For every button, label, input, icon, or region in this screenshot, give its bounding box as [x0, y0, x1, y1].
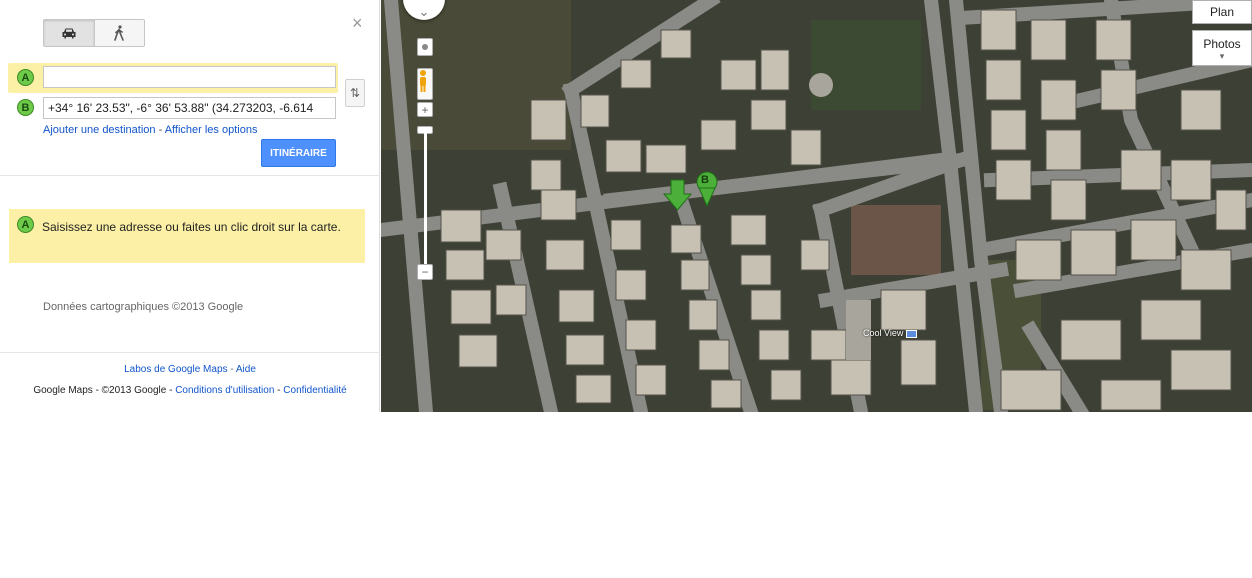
- satellite-imagery: [381, 0, 1252, 412]
- map-type-photos-label: Photos: [1203, 37, 1241, 51]
- poi-name: Cool View: [863, 328, 904, 338]
- zoom-in-button[interactable]: +: [417, 102, 433, 117]
- terms-link[interactable]: Conditions d'utilisation: [175, 385, 274, 396]
- street-view-pegman[interactable]: [417, 68, 433, 100]
- from-input[interactable]: [43, 66, 336, 88]
- direction-links: Ajouter une destination - Afficher les o…: [43, 124, 257, 136]
- zoom-out-button[interactable]: −: [417, 264, 433, 280]
- walk-mode-button[interactable]: [95, 20, 145, 46]
- divider: [0, 175, 380, 176]
- zoom-track[interactable]: [424, 130, 427, 272]
- recenter-button[interactable]: [417, 38, 433, 56]
- hint-text: Saisissez une adresse ou faites un clic …: [42, 220, 341, 234]
- laptop-icon: [905, 329, 917, 338]
- marker-b-icon: B: [17, 99, 34, 116]
- pegman-icon: [420, 70, 426, 92]
- car-icon: [62, 28, 76, 39]
- labs-link[interactable]: Labos de Google Maps: [124, 364, 227, 375]
- help-link[interactable]: Aide: [236, 364, 256, 375]
- divider: [0, 352, 380, 353]
- pin-b-label: B: [701, 174, 709, 186]
- swap-icon[interactable]: ⇅: [345, 79, 365, 107]
- map-data-copyright: Données cartographiques ©2013 Google: [43, 301, 244, 313]
- link-separator: -: [155, 124, 165, 136]
- product-copyright: Google Maps - ©2013 Google -: [33, 385, 176, 396]
- footer-links: Labos de Google Maps - Aide: [0, 364, 380, 375]
- walking-icon: [114, 25, 125, 41]
- link-separator: -: [227, 364, 236, 375]
- privacy-link[interactable]: Confidentialité: [283, 385, 346, 396]
- link-separator: -: [274, 385, 284, 396]
- add-destination-link[interactable]: Ajouter une destination: [43, 124, 156, 136]
- car-mode-button[interactable]: [44, 20, 95, 46]
- directions-panel: × A B +34° 16' 23.53", -6° 36' 53.88" (3…: [0, 0, 380, 412]
- map-type-photos-button[interactable]: Photos ▾: [1192, 30, 1252, 66]
- marker-a-icon: A: [17, 69, 34, 86]
- poi-label[interactable]: Cool View: [863, 328, 917, 338]
- to-input[interactable]: +34° 16' 23.53", -6° 36' 53.88" (34.2732…: [43, 97, 336, 119]
- marker-a-icon: A: [17, 216, 34, 233]
- hint-box: A Saisissez une adresse ou faites un cli…: [9, 209, 365, 263]
- chevron-down-icon: ⌄: [418, 4, 430, 19]
- satellite-map[interactable]: B ⌄ + − Plan Photos ▾ Cool View: [381, 0, 1252, 412]
- show-options-link[interactable]: Afficher les options: [165, 124, 258, 136]
- map-type-plan-label: Plan: [1209, 5, 1235, 19]
- dropdown-arrow-icon: ▾: [1219, 51, 1225, 61]
- travel-mode-selector: [43, 19, 145, 47]
- footer-legal: Google Maps - ©2013 Google - Conditions …: [0, 385, 380, 396]
- get-directions-button[interactable]: ITINÉRAIRE: [261, 139, 336, 167]
- close-icon[interactable]: ×: [352, 14, 363, 32]
- dot-icon: [422, 44, 428, 50]
- map-type-plan-button[interactable]: Plan: [1192, 0, 1252, 24]
